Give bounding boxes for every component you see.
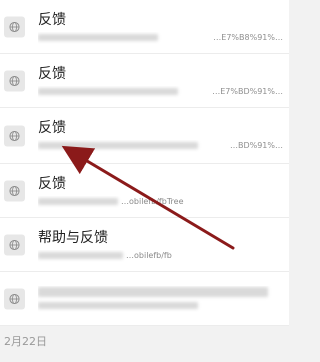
history-item[interactable] bbox=[0, 272, 289, 326]
history-item-title: 反馈 bbox=[38, 120, 66, 136]
history-item-title: 反馈 bbox=[38, 176, 66, 192]
history-item-url: …E7%BD%91%… bbox=[38, 86, 283, 98]
history-list: 反馈 …E7%B8%91%… 反馈 …E7%BD%91%… 反馈 …BD%91%… bbox=[0, 0, 289, 326]
date-header-label: 2月22日 bbox=[4, 335, 47, 348]
history-item-url: …E7%B8%91%… bbox=[38, 32, 283, 44]
history-item-title: 帮助与反馈 bbox=[38, 230, 108, 246]
date-section-header: 2月22日 bbox=[0, 326, 289, 356]
history-item-url bbox=[38, 286, 283, 312]
history-item-title: 反馈 bbox=[38, 12, 66, 28]
globe-icon bbox=[4, 180, 25, 201]
globe-icon bbox=[4, 288, 25, 309]
history-item-url: …BD%91%… bbox=[38, 140, 283, 152]
globe-icon bbox=[4, 125, 25, 146]
history-item-url: …obilefb/fbTree bbox=[38, 196, 283, 208]
history-item[interactable]: 反馈 …E7%B8%91%… bbox=[0, 0, 289, 54]
globe-icon bbox=[4, 16, 25, 37]
history-item-title: 反馈 bbox=[38, 66, 66, 82]
globe-icon bbox=[4, 70, 25, 91]
globe-icon bbox=[4, 234, 25, 255]
history-item[interactable]: 反馈 …BD%91%… bbox=[0, 108, 289, 164]
history-item[interactable]: 帮助与反馈 …obilefb/fb bbox=[0, 218, 289, 272]
history-item-url: …obilefb/fb bbox=[38, 250, 283, 262]
history-item[interactable]: 反馈 …E7%BD%91%… bbox=[0, 54, 289, 108]
history-item[interactable]: 反馈 …obilefb/fbTree bbox=[0, 164, 289, 218]
